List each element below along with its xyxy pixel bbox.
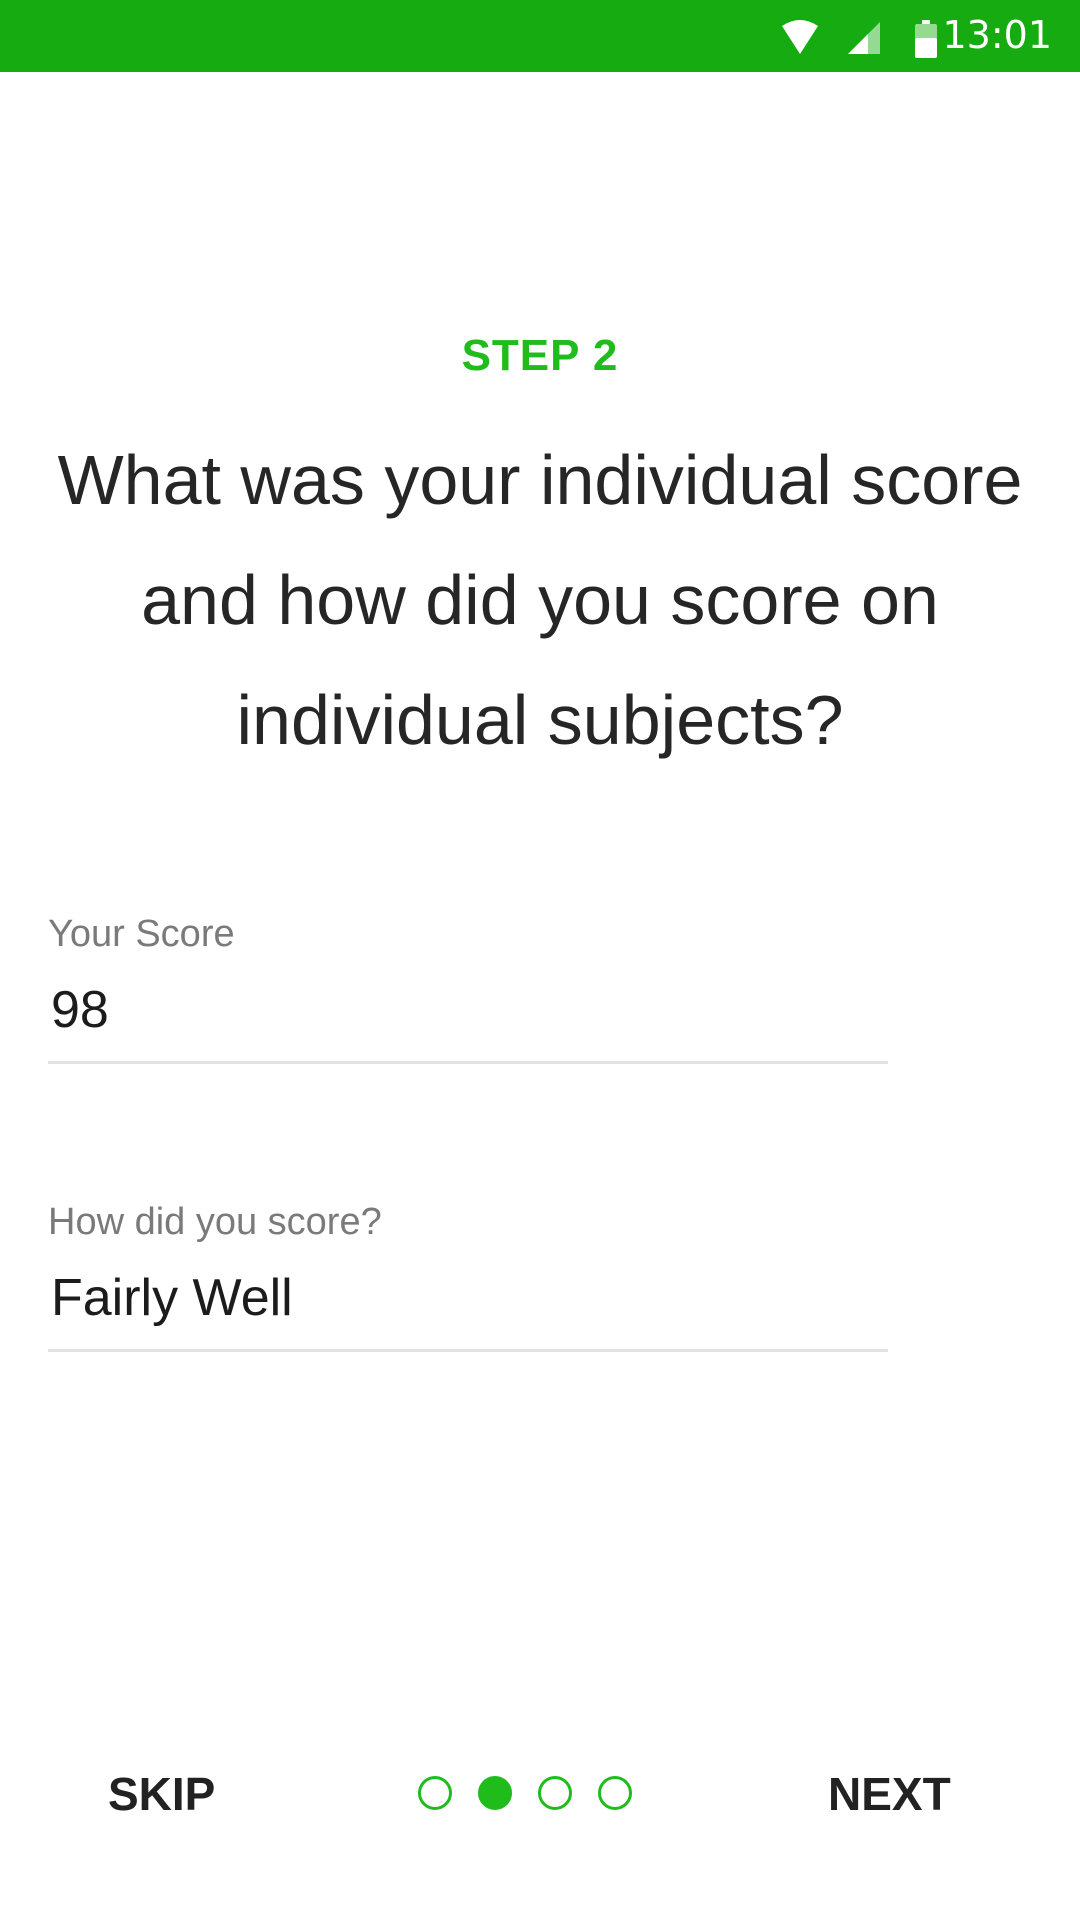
wifi-icon: [780, 20, 820, 61]
next-button[interactable]: NEXT: [828, 1766, 951, 1822]
page-indicator: [418, 1776, 632, 1812]
page-dot-3[interactable]: [538, 1776, 572, 1810]
page-dot-4[interactable]: [598, 1776, 632, 1810]
how-field-label: How did you score?: [48, 1201, 382, 1243]
page-dot-1[interactable]: [418, 1776, 452, 1810]
signal-icon: [846, 20, 882, 61]
status-time: 13:01: [942, 13, 1052, 57]
score-field-label: Your Score: [48, 913, 235, 955]
step-label: STEP 2: [461, 331, 619, 380]
page-dot-2[interactable]: [478, 1776, 512, 1810]
how-input[interactable]: [48, 1246, 888, 1352]
battery-icon: [914, 20, 938, 63]
score-field: Your Score: [48, 910, 888, 1064]
status-bar: 13:01: [0, 0, 1080, 72]
question-heading: What was your individual score and how d…: [57, 441, 1023, 759]
how-field: How did you score?: [48, 1198, 888, 1352]
score-input[interactable]: [48, 958, 888, 1064]
skip-button[interactable]: SKIP: [108, 1766, 215, 1822]
